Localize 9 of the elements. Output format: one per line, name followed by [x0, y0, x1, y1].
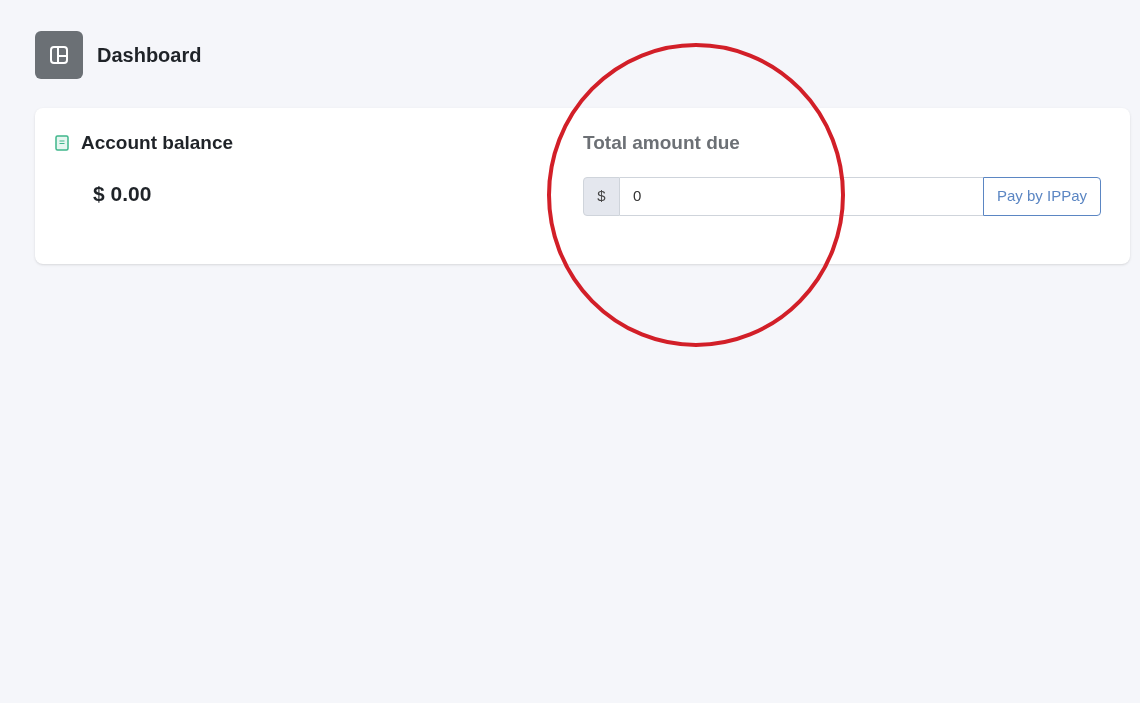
amount-input[interactable]: 0 — [620, 176, 983, 216]
balance-label: Account balance — [81, 131, 234, 155]
amount-due-label: Total amount due — [583, 131, 741, 155]
currency-addon: $ — [583, 176, 620, 216]
balance-amount: $ 0.00 — [93, 180, 153, 207]
pay-button[interactable]: Pay by IPPay — [982, 176, 1101, 216]
page-title: Dashboard — [97, 43, 202, 68]
layout-icon — [49, 45, 69, 65]
book-icon — [55, 135, 69, 152]
